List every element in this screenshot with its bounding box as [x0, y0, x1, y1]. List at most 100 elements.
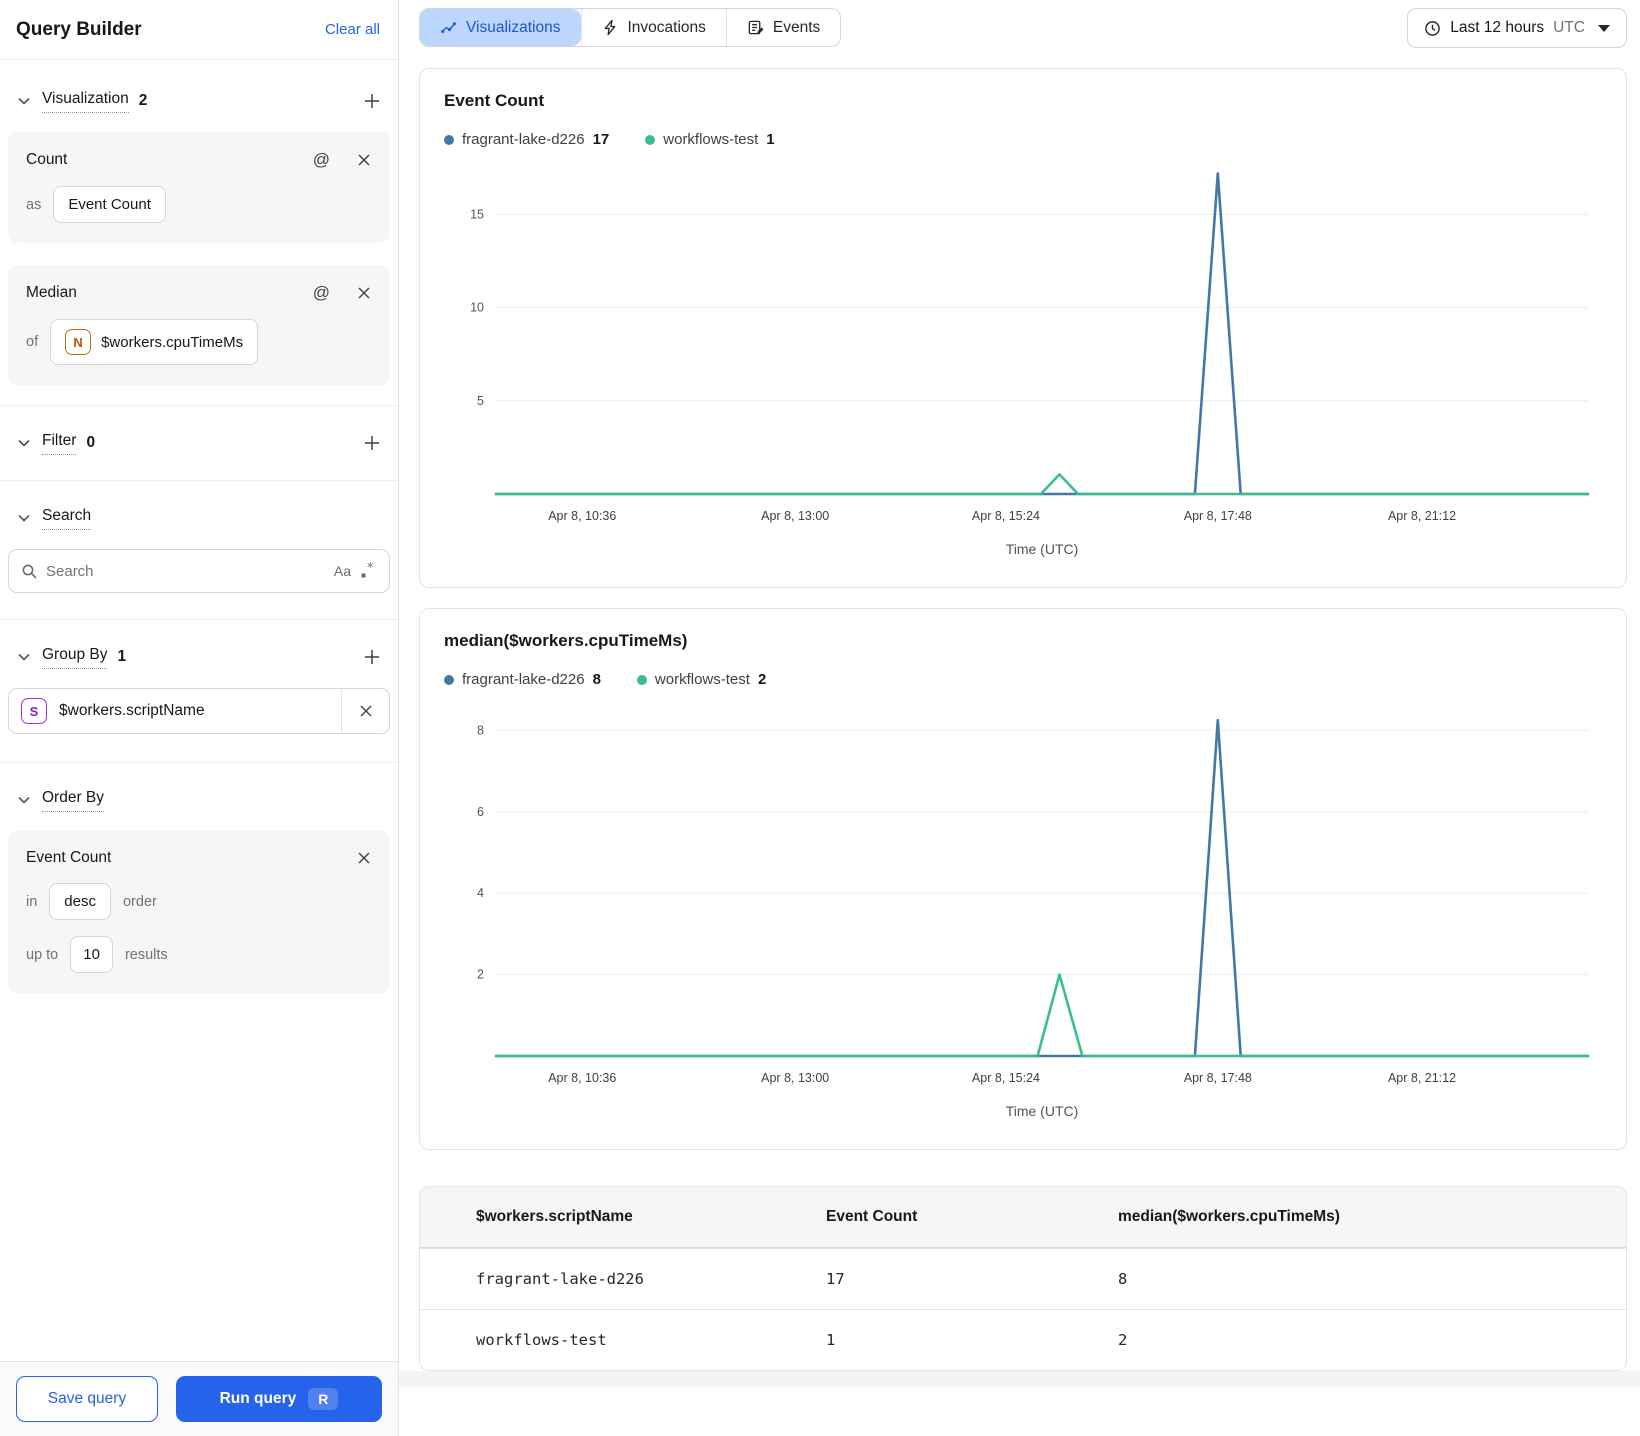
legend-value: 1 — [766, 131, 775, 148]
remove-group-by-button[interactable] — [341, 689, 389, 733]
cell-script-name: fragrant-lake-d226 — [476, 1270, 644, 1288]
search-section-header: Search — [0, 501, 398, 535]
svg-text:15: 15 — [470, 207, 484, 221]
svg-text:6: 6 — [477, 805, 484, 819]
svg-text:8: 8 — [477, 723, 484, 737]
table-row[interactable]: fragrant-lake-d226 17 8 — [420, 1248, 1626, 1309]
run-shortcut-badge: R — [308, 1388, 339, 1410]
filter-count: 0 — [86, 434, 96, 451]
legend-value: 2 — [757, 671, 767, 688]
svg-text:Time (UTC): Time (UTC) — [1006, 541, 1079, 557]
remove-count-button[interactable] — [356, 152, 372, 168]
run-query-button[interactable]: Run query R — [176, 1376, 382, 1422]
regex-icon[interactable]: * — [359, 562, 377, 580]
tab-label: Events — [772, 18, 821, 36]
search-section-label[interactable]: Search — [42, 507, 92, 530]
in-label: in — [26, 893, 38, 910]
query-builder-body: Visualization 2 Count @ as Event Count M… — [0, 60, 398, 1361]
clear-all-button[interactable]: Clear all — [325, 21, 380, 38]
chart-svg: 2 4 6 8 Apr 8, 10:36 Apr 8, 13:00 Apr 8, 15:24… — [477, 718, 1590, 1119]
chevron-down-icon[interactable] — [16, 649, 32, 665]
run-query-label: Run query — [219, 1390, 297, 1407]
table-header-row: $workers.scriptName Event Count median($… — [420, 1187, 1626, 1248]
caret-down-icon — [1598, 24, 1610, 32]
tab-events[interactable]: Events — [725, 9, 841, 46]
group-by-count: 1 — [117, 648, 127, 665]
chart-line-icon — [441, 22, 456, 33]
search-input[interactable] — [46, 562, 326, 580]
results-label: results — [124, 946, 168, 963]
plus-icon — [365, 94, 379, 108]
col-script-name: $workers.scriptName — [476, 1208, 633, 1225]
match-case-icon[interactable]: Aa — [334, 563, 351, 579]
clock-icon — [1425, 20, 1441, 36]
view-tabs: Visualizations Invocations Events — [419, 8, 842, 47]
event-count-alias-field[interactable]: Event Count — [53, 186, 166, 223]
chart-legend: fragrant-lake-d226 8 workflows-test 2 — [444, 671, 1602, 688]
legend-value: 17 — [592, 131, 610, 148]
legend-item[interactable]: workflows-test 1 — [645, 131, 775, 148]
chevron-down-icon[interactable] — [16, 93, 32, 109]
median-card-title: Median — [26, 284, 77, 301]
tab-invocations[interactable]: Invocations — [580, 9, 726, 46]
visualization-section-header: Visualization 2 — [0, 84, 398, 118]
series-dot — [636, 674, 647, 685]
svg-text:Time (UTC): Time (UTC) — [1006, 1103, 1079, 1119]
order-direction-selector[interactable]: desc — [49, 883, 111, 920]
chevron-down-icon[interactable] — [16, 792, 32, 808]
median-chart[interactable]: 2 4 6 8 Apr 8, 10:36 Apr 8, 13:00 Apr 8, 15:24… — [444, 694, 1602, 1135]
chart-title: median($workers.cpuTimeMs) — [444, 631, 688, 650]
chevron-down-icon[interactable] — [16, 510, 32, 526]
save-query-button[interactable]: Save query — [16, 1376, 158, 1422]
order-by-section-label[interactable]: Order By — [42, 789, 105, 812]
at-sign-icon: @ — [312, 150, 330, 169]
median-field-selector[interactable]: N $workers.cpuTimeMs — [50, 319, 259, 365]
add-group-by-button[interactable] — [362, 647, 382, 667]
series-dot — [444, 674, 454, 685]
topbar: Visualizations Invocations Events Last 1… — [419, 8, 1627, 48]
svg-text:Apr 8, 10:36: Apr 8, 10:36 — [548, 1071, 616, 1085]
count-card-title: Count — [26, 151, 68, 168]
legend-item[interactable]: fragrant-lake-d226 8 — [444, 671, 601, 688]
svg-text:Apr 8, 21:12: Apr 8, 21:12 — [1388, 1071, 1456, 1085]
legend-item[interactable]: workflows-test 2 — [636, 671, 767, 688]
legend-name: fragrant-lake-d226 — [462, 131, 585, 148]
group-by-item[interactable]: S $workers.scriptName — [8, 688, 390, 734]
order-by-field: Event Count — [26, 849, 112, 866]
event-count-chart-card: Event Count fragrant-lake-d226 17 workfl… — [419, 68, 1627, 588]
series-dot — [645, 134, 656, 145]
query-builder-header: Query Builder Clear all — [0, 0, 398, 60]
tab-label: Visualizations — [466, 18, 561, 36]
table-row[interactable]: workflows-test 1 2 — [420, 1309, 1626, 1370]
legend-item[interactable]: fragrant-lake-d226 17 — [444, 131, 609, 148]
group-by-section-label[interactable]: Group By — [42, 646, 108, 669]
mention-button[interactable]: @ — [313, 283, 330, 303]
chevron-down-icon[interactable] — [16, 435, 32, 451]
plus-icon — [365, 650, 379, 664]
svg-text:Apr 8, 10:36: Apr 8, 10:36 — [548, 509, 616, 523]
close-icon — [358, 287, 370, 299]
event-count-chart[interactable]: 5 10 15 Apr 8, 10:36 Apr 8, 13:00 Apr 8, 15:2… — [444, 154, 1602, 573]
search-icon — [22, 564, 37, 579]
col-event-count: Event Count — [826, 1208, 918, 1225]
visualization-section-label[interactable]: Visualization — [42, 90, 129, 113]
legend-name: workflows-test — [663, 131, 759, 148]
of-label: of — [26, 334, 39, 350]
order-by-card: Event Count in desc order up to 10 resul… — [8, 831, 390, 993]
svg-text:Apr 8, 17:48: Apr 8, 17:48 — [1184, 1071, 1252, 1085]
add-filter-button[interactable] — [362, 433, 382, 453]
order-by-section-header: Order By — [0, 783, 398, 817]
time-range-picker[interactable]: Last 12 hours UTC — [1407, 8, 1627, 48]
remove-order-by-button[interactable] — [356, 850, 372, 866]
cell-event-count: 17 — [826, 1270, 845, 1288]
group-by-section-header: Group By 1 — [0, 640, 398, 674]
mention-button[interactable]: @ — [313, 150, 330, 170]
limit-input[interactable]: 10 — [70, 936, 113, 973]
order-label: order — [122, 893, 157, 910]
svg-text:Apr 8, 15:24: Apr 8, 15:24 — [972, 1071, 1040, 1085]
chart-legend: fragrant-lake-d226 17 workflows-test 1 — [444, 131, 1602, 148]
remove-median-button[interactable] — [356, 285, 372, 301]
add-visualization-button[interactable] — [362, 91, 382, 111]
filter-section-label[interactable]: Filter — [42, 432, 77, 455]
tab-visualizations[interactable]: Visualizations — [420, 9, 581, 46]
